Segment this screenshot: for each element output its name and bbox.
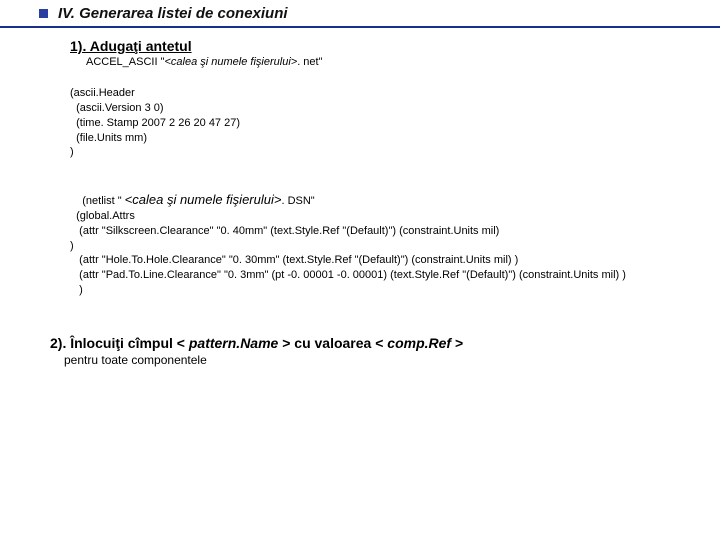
step2-line: 2). Înlocuiţi cîmpul < pattern.Name > cu… [50, 335, 690, 367]
netlist-placeholder: <calea şi numele fişierului> [125, 192, 282, 207]
netlist-suffix: . DSN" [281, 195, 314, 207]
square-icon [39, 9, 48, 18]
step1-heading: 1). Adugaţi antetul [70, 38, 690, 54]
netlist-block: (netlist " <calea şi numele fişierului>.… [70, 176, 690, 313]
step1-sub-prefix: ACCEL_ASCII " [86, 56, 165, 68]
ascii-header-block: (ascii.Header (ascii.Version 3 0) (time.… [70, 86, 690, 160]
step2-italic2: comp.Ref [387, 335, 451, 351]
step1-sub-suffix: . net" [297, 56, 322, 68]
step2-lead: 2). Înlocuiţi cîmpul < [50, 335, 189, 351]
step2-tail: > [451, 335, 463, 351]
section-header: IV. Generarea listei de conexiuni [0, 0, 720, 28]
step2-mid: > cu valoarea < [278, 335, 387, 351]
netlist-attrs: (global.Attrs (attr "Silkscreen.Clearanc… [70, 210, 626, 296]
section-title: IV. Generarea listei de conexiuni [54, 0, 288, 26]
header-bullet [0, 0, 54, 26]
step1-sub-italic: <calea şi numele fişierului> [165, 56, 298, 68]
content-area: 1). Adugaţi antetul ACCEL_ASCII "<calea … [0, 28, 720, 367]
step2-italic1: pattern.Name [189, 335, 278, 351]
netlist-prefix: (netlist " [82, 195, 124, 207]
step2-sub: pentru toate componentele [50, 353, 690, 367]
step1-subline: ACCEL_ASCII "<calea şi numele fişierului… [70, 56, 690, 68]
